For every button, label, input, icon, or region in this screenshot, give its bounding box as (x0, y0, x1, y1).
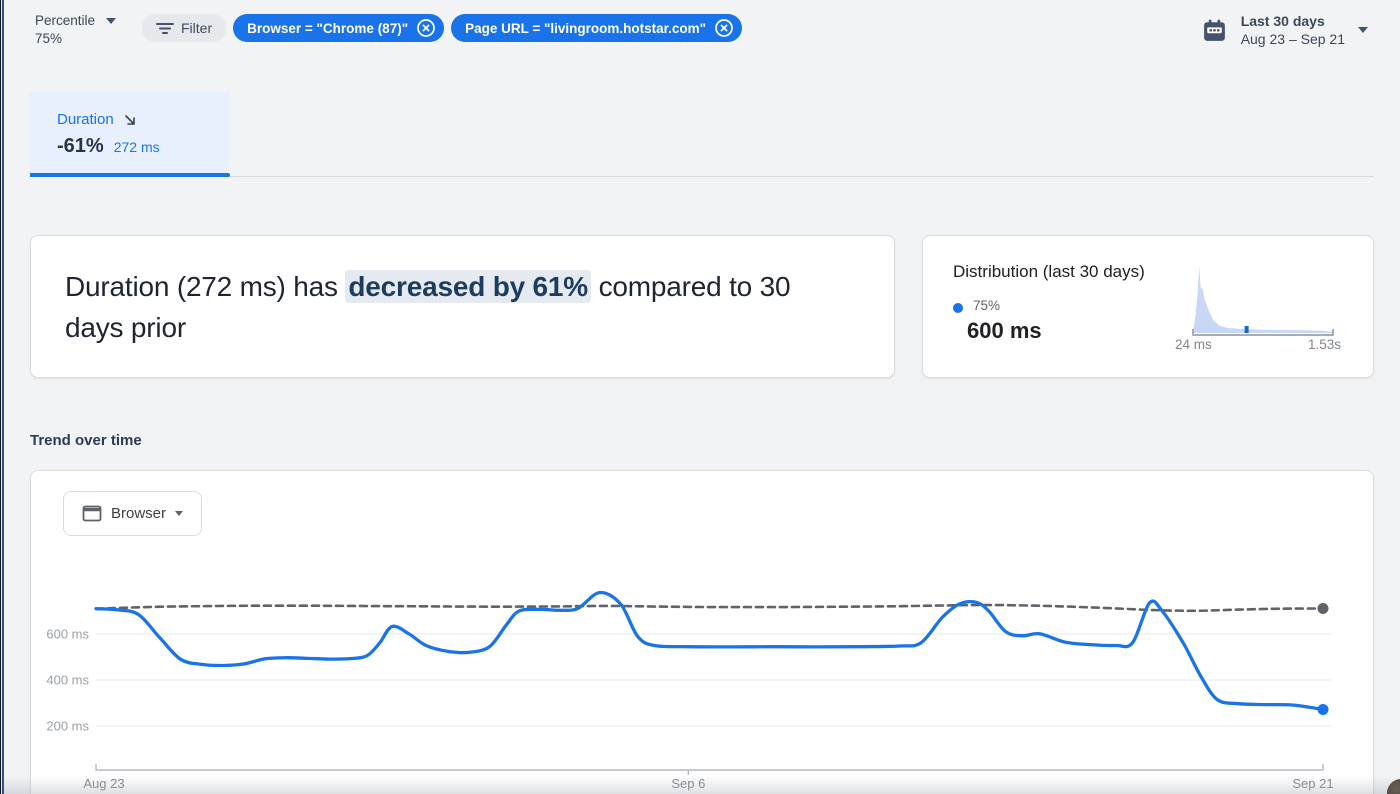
svg-text:Aug 23: Aug 23 (83, 776, 124, 791)
distribution-value: 600 ms (967, 318, 1042, 344)
trend-chart-card: 600 ms 400 ms 200 ms Aug 23 Sep 6 Sep 21 Brow… (30, 470, 1374, 794)
insight-prefix: Duration (272 ms) has (65, 271, 345, 302)
insight-card: Duration (272 ms) has decreased by 61% c… (30, 235, 895, 378)
filter-bar: Filter Browser = "Chrome (87)" Page URL … (142, 14, 742, 42)
percentile-legend-dot (953, 303, 963, 313)
date-range-title: Last 30 days (1241, 12, 1345, 30)
close-icon (416, 18, 436, 38)
svg-text:400 ms: 400 ms (46, 673, 89, 688)
distribution-axis: 24 ms 1.53s (1175, 337, 1341, 352)
calendar-icon (1201, 17, 1228, 44)
svg-text:200 ms: 200 ms (46, 719, 89, 734)
tab-duration[interactable]: Duration -61% 272 ms (30, 92, 230, 173)
active-tab-indicator (30, 173, 230, 177)
tab-label: Duration (57, 111, 114, 128)
distribution-histogram (1179, 253, 1339, 343)
filter-chip-browser[interactable]: Browser = "Chrome (87)" (233, 14, 444, 42)
date-range-selector[interactable]: Last 30 days Aug 23 – Sep 21 (1201, 12, 1368, 48)
trend-line-chart: 600 ms 400 ms 200 ms Aug 23 Sep 6 Sep 21 (31, 471, 1375, 794)
date-range-value: Aug 23 – Sep 21 (1241, 30, 1345, 48)
close-icon (714, 18, 734, 38)
svg-text:600 ms: 600 ms (46, 627, 89, 642)
tab-divider (30, 176, 1374, 177)
filter-chip-label: Browser = "Chrome (87)" (247, 21, 408, 36)
insight-highlight: decreased by 61% (345, 270, 591, 303)
breakdown-dropdown-label: Browser (111, 505, 166, 522)
tab-delta: -61% (57, 135, 104, 158)
axis-max-label: 1.53s (1308, 337, 1341, 352)
filter-chip-label: Page URL = "livingroom.hotstar.com" (465, 21, 706, 36)
chevron-down-icon (106, 18, 116, 24)
chevron-down-icon (1358, 27, 1368, 33)
trend-down-right-arrow-icon (123, 113, 137, 127)
percentile-label: Percentile (35, 12, 95, 30)
browser-window-icon (82, 505, 102, 522)
trend-section-title: Trend over time (30, 432, 142, 449)
performance-dashboard: Percentile 75% Filter Browser = "Chrome … (0, 0, 1400, 794)
svg-text:Sep 6: Sep 6 (671, 776, 705, 791)
distribution-title: Distribution (last 30 days) (953, 262, 1145, 282)
percentile-selector[interactable]: Percentile 75% (35, 12, 116, 48)
tab-value: 272 ms (114, 139, 160, 155)
chip-close-button[interactable] (416, 18, 436, 38)
breakdown-dropdown-button[interactable]: Browser (63, 491, 202, 536)
filter-button[interactable]: Filter (142, 14, 226, 42)
cropped-corner-element (1387, 779, 1400, 794)
percentile-value: 75% (35, 30, 95, 48)
filter-button-label: Filter (181, 20, 212, 36)
chevron-down-icon (175, 511, 183, 516)
distribution-card: Distribution (last 30 days) 75% 600 ms 2… (922, 235, 1374, 378)
chip-close-button[interactable] (714, 18, 734, 38)
insight-text: Duration (272 ms) has decreased by 61% c… (65, 266, 853, 348)
distribution-percentile: 75% (973, 298, 1000, 313)
axis-min-label: 24 ms (1175, 337, 1212, 352)
svg-text:Sep 21: Sep 21 (1292, 776, 1333, 791)
window-edge (0, 0, 4, 794)
filter-chip-page-url[interactable]: Page URL = "livingroom.hotstar.com" (451, 14, 742, 42)
filter-list-icon (156, 22, 174, 35)
